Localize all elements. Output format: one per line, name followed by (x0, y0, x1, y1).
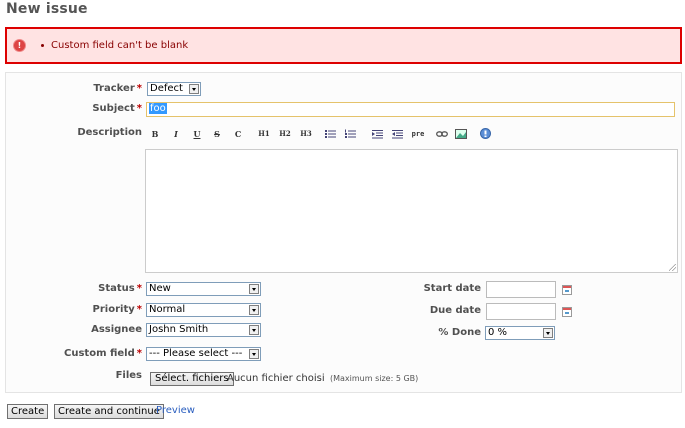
no-file-chosen: Aucun fichier choisi (227, 373, 325, 384)
underline-button[interactable]: U (191, 127, 203, 140)
help-icon (479, 128, 491, 139)
status-select[interactable]: New (146, 282, 261, 296)
subject-input[interactable]: foo (146, 102, 675, 117)
resize-handle[interactable] (669, 264, 676, 271)
strike-button[interactable]: S (211, 127, 223, 140)
tracker-select[interactable]: Defect (147, 82, 201, 96)
outdent-button[interactable] (391, 127, 403, 140)
help-button[interactable] (479, 127, 491, 140)
due-date-label: Due date (429, 305, 481, 316)
custom-field-select[interactable]: --- Please select --- (146, 347, 261, 361)
calendar-icon[interactable] (562, 307, 572, 317)
error-bullet (41, 44, 44, 47)
heading3-button[interactable]: H3 (298, 127, 314, 140)
tracker-label: Tracker * (93, 83, 142, 94)
start-date-label: Start date (423, 283, 481, 294)
indent-button[interactable] (371, 127, 383, 140)
done-ratio-select[interactable]: 0 % (485, 326, 555, 340)
ordered-list-button[interactable] (344, 127, 356, 140)
preview-link[interactable]: Preview (156, 405, 195, 416)
image-button[interactable] (455, 127, 467, 140)
create-and-continue-button[interactable]: Create and continue (54, 404, 164, 419)
error-flash: ! Custom field can't be blank (5, 27, 682, 64)
heading1-button[interactable]: H1 (256, 127, 272, 140)
outdent-icon (391, 129, 403, 138)
unordered-list-button[interactable] (324, 127, 336, 140)
issue-form: Tracker * Defect Subject * foo Description… (5, 72, 682, 393)
code-button[interactable]: C (232, 127, 244, 140)
max-size-note: (Maximum size: 5 GB) (330, 374, 419, 383)
italic-button[interactable]: I (170, 127, 182, 140)
assignee-select[interactable]: Joshn Smith (146, 323, 261, 337)
priority-label: Priority * (92, 304, 142, 315)
start-date-input[interactable] (486, 281, 556, 298)
choose-files-button[interactable]: Sélect. fichiers (150, 372, 234, 386)
exclamation-icon: ! (14, 40, 25, 51)
list-icon (324, 129, 336, 138)
heading2-button[interactable]: H2 (277, 127, 293, 140)
done-ratio-label: % Done (438, 327, 481, 338)
error-message: Custom field can't be blank (51, 40, 189, 51)
calendar-icon[interactable] (562, 285, 572, 295)
link-icon (436, 130, 448, 137)
files-label: Files (115, 370, 142, 381)
chevron-down-icon (249, 305, 259, 315)
indent-icon (371, 129, 383, 138)
subject-label: Subject * (92, 103, 142, 114)
chevron-down-icon (249, 349, 259, 359)
chevron-down-icon (543, 328, 553, 338)
chevron-down-icon (249, 284, 259, 294)
create-button[interactable]: Create (7, 404, 49, 419)
description-label: Description (77, 127, 142, 138)
chevron-down-icon (189, 84, 199, 94)
image-icon (455, 128, 467, 139)
status-label: Status * (98, 283, 142, 294)
link-button[interactable] (436, 127, 448, 140)
page-title: New issue (6, 1, 88, 17)
chevron-down-icon (249, 325, 259, 335)
numbered-list-icon (344, 129, 356, 138)
assignee-label: Assignee (91, 324, 142, 335)
due-date-input[interactable] (486, 303, 556, 320)
bold-button[interactable]: B (149, 127, 161, 140)
pre-button[interactable]: pre (410, 127, 426, 140)
description-textarea[interactable] (145, 149, 678, 273)
priority-select[interactable]: Normal (146, 303, 261, 317)
custom-field-label: Custom field * (64, 348, 142, 359)
